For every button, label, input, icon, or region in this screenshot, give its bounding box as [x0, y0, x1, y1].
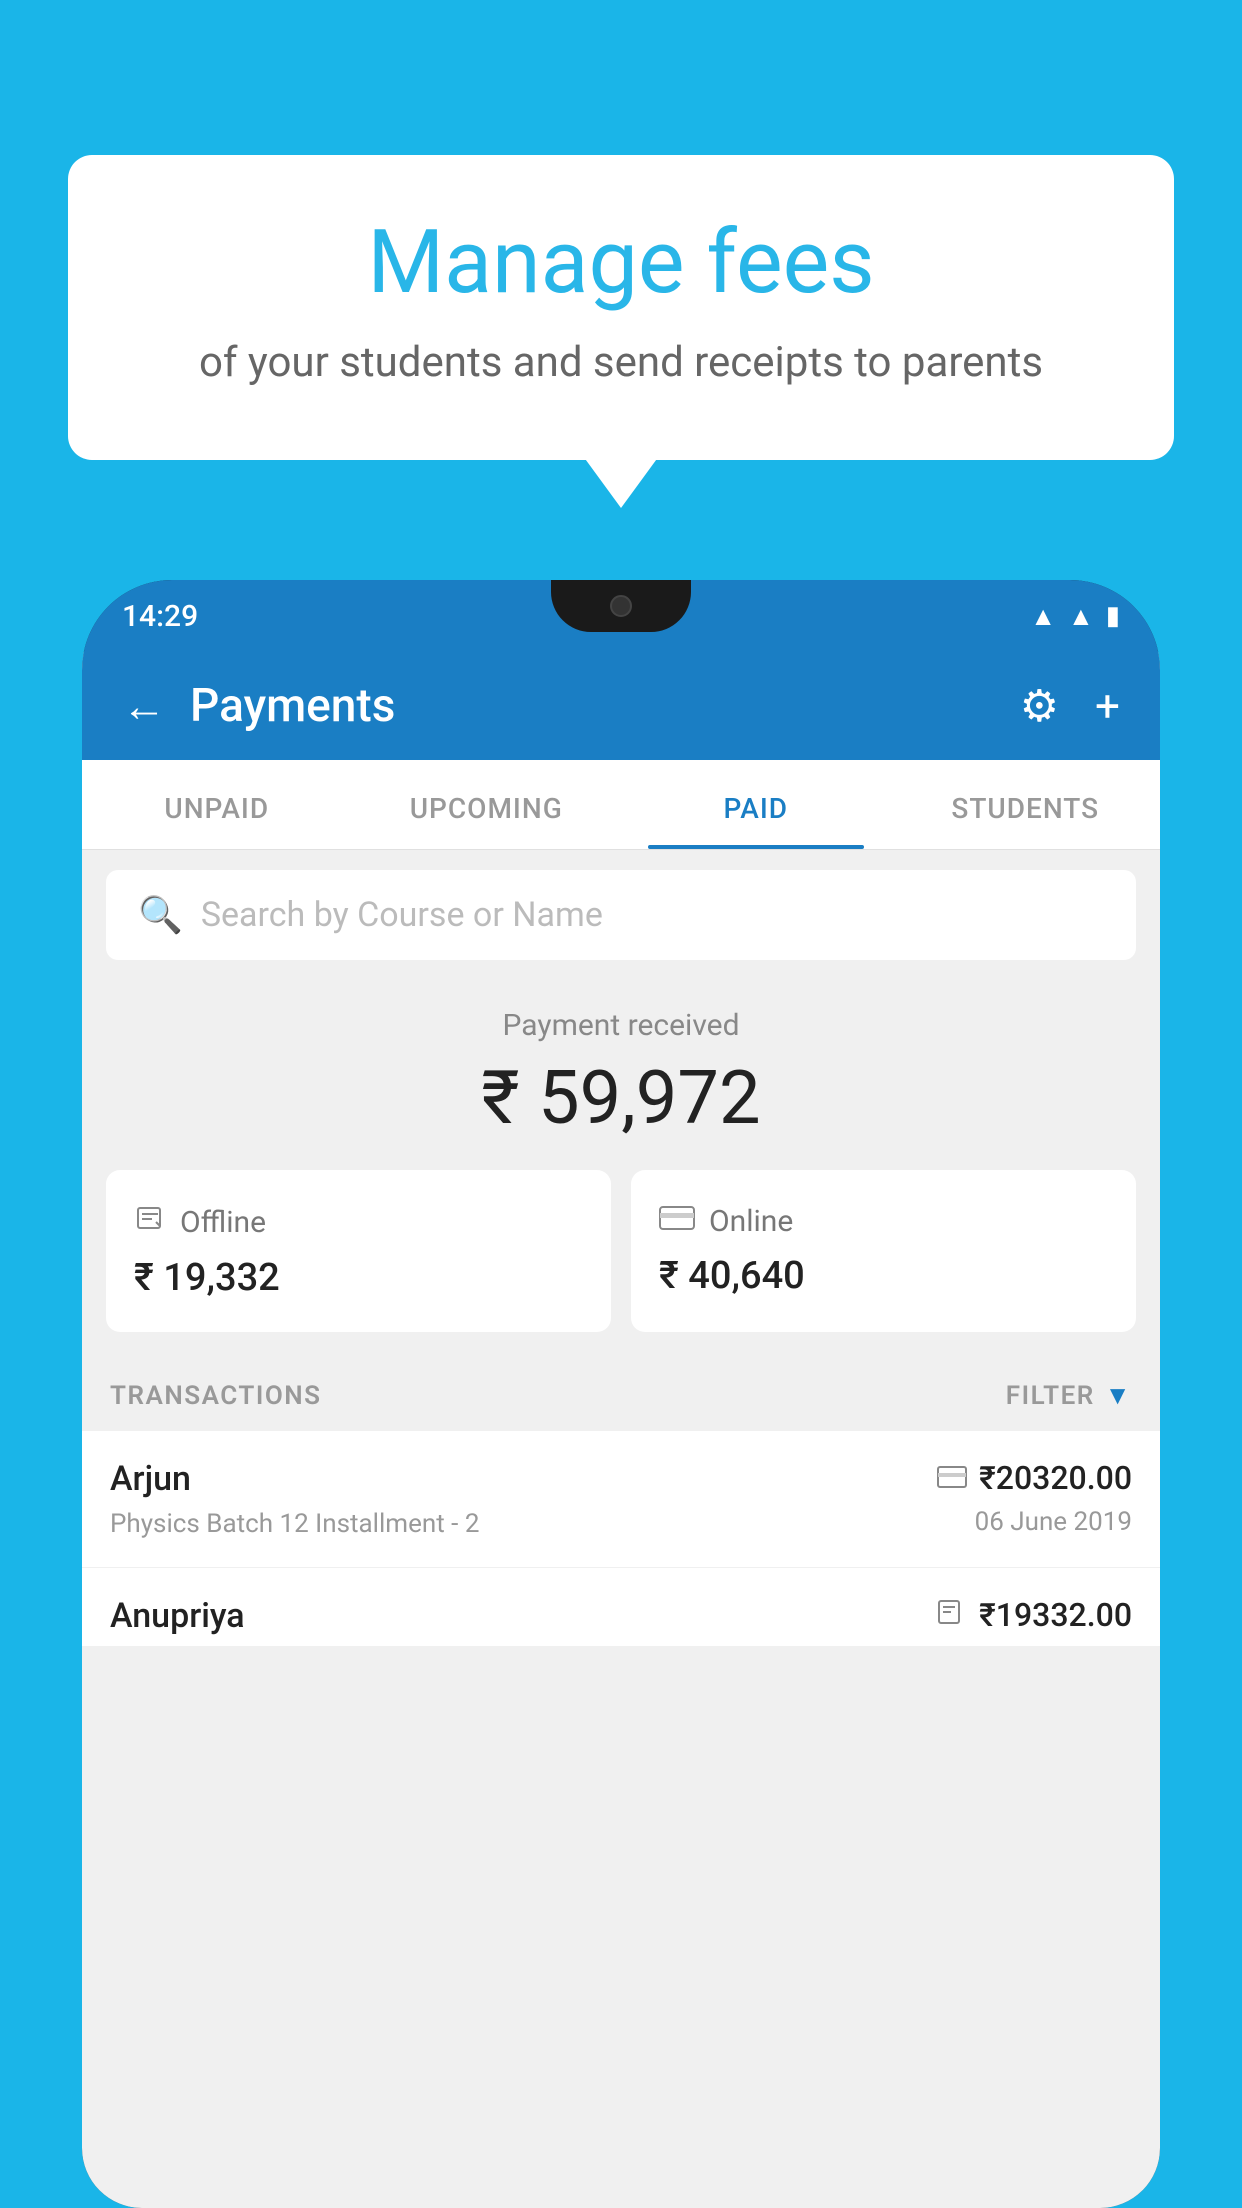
tab-students[interactable]: STUDENTS — [891, 760, 1161, 849]
status-bar: 14:29 ▲ ▲ ▮ — [82, 580, 1160, 652]
txn-date-arjun: 06 June 2019 — [937, 1507, 1132, 1537]
txn-left-arjun: Arjun Physics Batch 12 Installment - 2 — [110, 1459, 937, 1539]
filter-button[interactable]: FILTER ▼ — [1006, 1380, 1132, 1411]
phone-shell: 14:29 ▲ ▲ ▮ ← Payments ⚙ + — [82, 580, 1160, 2208]
payment-received-amount: ₹ 59,972 — [106, 1055, 1136, 1142]
header-right: ⚙ + — [1020, 680, 1120, 732]
app-header: ← Payments ⚙ + — [82, 652, 1160, 760]
txn-offline-icon — [937, 1597, 967, 1634]
txn-right-anupriya: ₹19332.00 — [937, 1596, 1132, 1644]
txn-amount-row-arjun: ₹20320.00 — [937, 1459, 1132, 1497]
transaction-row-partial[interactable]: Anupriya ₹19332.00 — [82, 1568, 1160, 1646]
filter-label: FILTER — [1006, 1381, 1095, 1411]
back-button[interactable]: ← — [122, 680, 166, 732]
online-amount: ₹ 40,640 — [659, 1254, 1108, 1298]
phone-inner: ← Payments ⚙ + UNPAID UPCOMING PAID STUD… — [82, 652, 1160, 2208]
txn-left-anupriya: Anupriya — [110, 1596, 937, 1646]
filter-icon: ▼ — [1105, 1380, 1132, 1411]
battery-icon: ▮ — [1106, 601, 1120, 631]
tabs-bar: UNPAID UPCOMING PAID STUDENTS — [82, 760, 1160, 850]
speech-bubble: Manage fees of your students and send re… — [68, 155, 1174, 460]
txn-name-anupriya: Anupriya — [110, 1596, 937, 1636]
search-container[interactable]: 🔍 Search by Course or Name — [106, 870, 1136, 960]
camera-notch — [610, 595, 632, 617]
tab-unpaid[interactable]: UNPAID — [82, 760, 352, 849]
online-label: Online — [709, 1204, 793, 1239]
txn-amount-row-anupriya: ₹19332.00 — [937, 1596, 1132, 1634]
speech-bubble-container: Manage fees of your students and send re… — [68, 155, 1174, 460]
offline-label: Offline — [180, 1205, 266, 1240]
app-background: Manage fees of your students and send re… — [0, 0, 1242, 2208]
online-card: Online ₹ 40,640 — [631, 1170, 1136, 1332]
header-left: ← Payments — [122, 679, 395, 733]
status-time: 14:29 — [122, 599, 198, 634]
signal-icon: ▲ — [1068, 601, 1094, 632]
wifi-icon: ▲ — [1030, 601, 1056, 632]
payment-cards: Offline ₹ 19,332 Online — [82, 1170, 1160, 1356]
online-card-header: Online — [659, 1202, 1108, 1240]
transactions-header: TRANSACTIONS FILTER ▼ — [82, 1356, 1160, 1431]
header-title: Payments — [190, 679, 395, 733]
txn-right-arjun: ₹20320.00 06 June 2019 — [937, 1459, 1132, 1537]
bubble-title: Manage fees — [148, 215, 1094, 312]
tab-paid[interactable]: PAID — [621, 760, 891, 849]
search-input[interactable]: Search by Course or Name — [201, 895, 603, 935]
search-icon: 🔍 — [138, 894, 183, 936]
bubble-subtitle: of your students and send receipts to pa… — [148, 336, 1094, 391]
transaction-row[interactable]: Arjun Physics Batch 12 Installment - 2 ₹… — [82, 1431, 1160, 1568]
offline-card-header: Offline — [134, 1202, 583, 1242]
settings-button[interactable]: ⚙ — [1020, 680, 1059, 732]
status-icons: ▲ ▲ ▮ — [1030, 601, 1120, 632]
txn-amount-arjun: ₹20320.00 — [979, 1459, 1132, 1497]
payment-received-label: Payment received — [106, 1008, 1136, 1043]
offline-card: Offline ₹ 19,332 — [106, 1170, 611, 1332]
txn-amount-anupriya: ₹19332.00 — [979, 1596, 1132, 1634]
online-icon — [659, 1202, 695, 1240]
transactions-label: TRANSACTIONS — [110, 1381, 322, 1411]
txn-detail-arjun: Physics Batch 12 Installment - 2 — [110, 1509, 937, 1539]
payment-received-section: Payment received ₹ 59,972 — [82, 976, 1160, 1170]
offline-icon — [134, 1202, 166, 1242]
tab-upcoming[interactable]: UPCOMING — [352, 760, 622, 849]
txn-name-arjun: Arjun — [110, 1459, 937, 1499]
txn-online-icon — [937, 1462, 967, 1495]
offline-amount: ₹ 19,332 — [134, 1256, 583, 1300]
add-button[interactable]: + — [1095, 680, 1120, 732]
notch — [551, 580, 691, 632]
